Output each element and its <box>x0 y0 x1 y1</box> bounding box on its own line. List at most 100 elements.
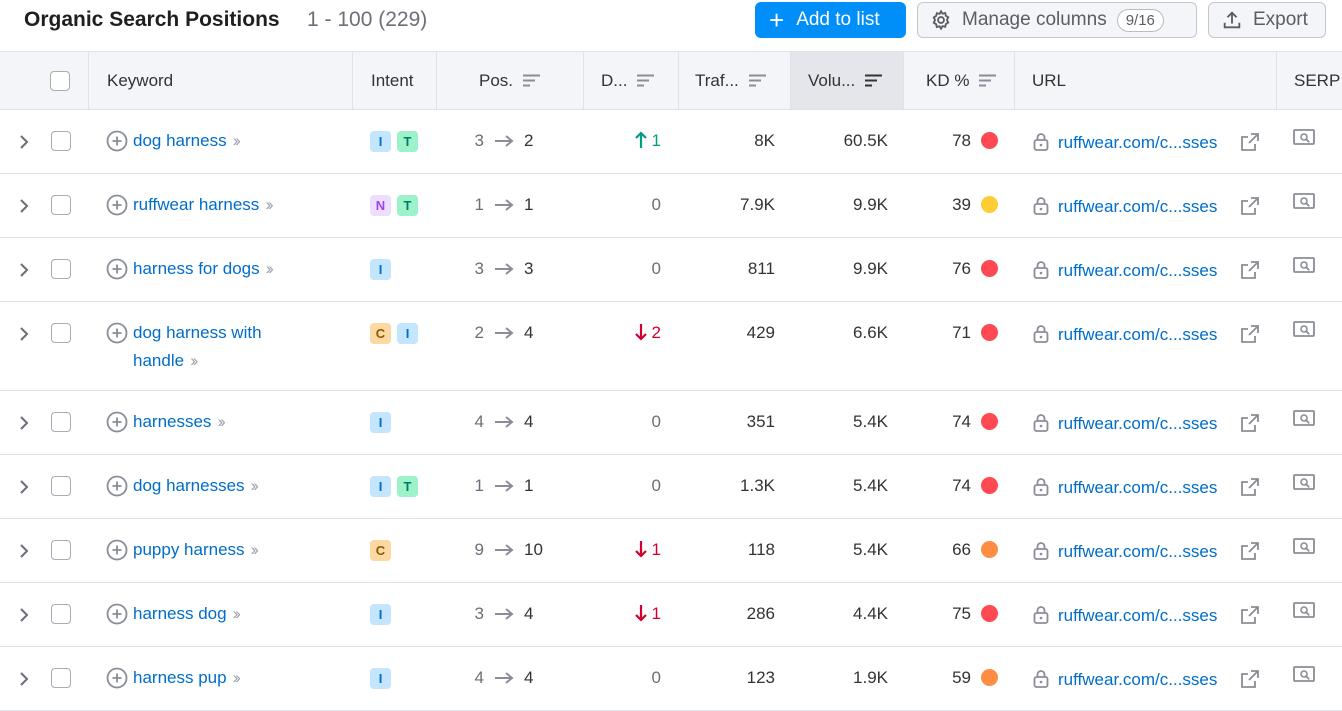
add-to-list-button[interactable]: + Add to list <box>755 2 906 38</box>
external-link-icon[interactable] <box>1240 324 1260 344</box>
column-keyword[interactable]: Keyword <box>88 52 352 109</box>
serp-snapshot-icon[interactable] <box>1293 473 1315 493</box>
add-keyword-icon[interactable] <box>106 539 128 561</box>
add-keyword-icon[interactable] <box>106 411 128 433</box>
url-link[interactable]: ruffwear.com/c...sses <box>1058 261 1217 281</box>
column-difference[interactable]: D... <box>583 52 678 109</box>
serp-snapshot-icon[interactable] <box>1293 665 1315 685</box>
expand-chevron-icon[interactable] <box>17 198 31 214</box>
column-kd[interactable]: KD % <box>903 52 1014 109</box>
double-chevron-icon[interactable]: ›› <box>251 540 260 559</box>
external-link-icon[interactable] <box>1240 413 1260 433</box>
serp-snapshot-icon[interactable] <box>1293 192 1315 212</box>
difference-value: 2 <box>651 323 661 342</box>
kd-value: 76 <box>952 259 971 278</box>
column-traffic[interactable]: Traf... <box>678 52 790 109</box>
keyword-link[interactable]: dog harnesses ›› <box>133 472 313 500</box>
url-link[interactable]: ruffwear.com/c...sses <box>1058 670 1217 690</box>
column-intent[interactable]: Intent <box>352 52 436 109</box>
row-checkbox[interactable] <box>51 259 71 279</box>
url-link[interactable]: ruffwear.com/c...sses <box>1058 414 1217 434</box>
row-checkbox[interactable] <box>51 131 71 151</box>
add-keyword-icon[interactable] <box>106 130 128 152</box>
difference-value: 1 <box>651 131 661 150</box>
keyword-link[interactable]: dog harness with handle ›› <box>133 319 313 375</box>
keyword-link[interactable]: ruffwear harness ›› <box>133 191 313 219</box>
url-link[interactable]: ruffwear.com/c...sses <box>1058 197 1217 217</box>
serp-snapshot-icon[interactable] <box>1293 601 1315 621</box>
double-chevron-icon[interactable]: ›› <box>265 195 274 214</box>
serp-snapshot-icon[interactable] <box>1293 409 1315 429</box>
double-chevron-icon[interactable]: ›› <box>251 476 260 495</box>
double-chevron-icon[interactable]: ›› <box>190 351 199 370</box>
row-checkbox[interactable] <box>51 604 71 624</box>
column-intent-label: Intent <box>371 70 414 90</box>
url-link[interactable]: ruffwear.com/c...sses <box>1058 325 1217 345</box>
url-link[interactable]: ruffwear.com/c...sses <box>1058 478 1217 498</box>
double-chevron-icon[interactable]: ›› <box>217 412 226 431</box>
column-volume[interactable]: Volu... <box>790 52 903 109</box>
expand-chevron-icon[interactable] <box>17 134 31 150</box>
position-difference: 0 <box>585 412 661 432</box>
add-keyword-icon[interactable] <box>106 194 128 216</box>
add-keyword-icon[interactable] <box>106 475 128 497</box>
row-checkbox[interactable] <box>51 323 71 343</box>
double-chevron-icon[interactable]: ›› <box>266 259 275 278</box>
double-chevron-icon[interactable]: ›› <box>233 604 242 623</box>
serp-snapshot-icon[interactable] <box>1293 320 1315 340</box>
expand-chevron-icon[interactable] <box>17 479 31 495</box>
column-difference-label: D... <box>601 70 628 90</box>
expand-chevron-icon[interactable] <box>17 326 31 342</box>
external-link-icon[interactable] <box>1240 605 1260 625</box>
add-keyword-icon[interactable] <box>106 258 128 280</box>
double-chevron-icon[interactable]: ›› <box>233 131 242 150</box>
row-checkbox[interactable] <box>51 668 71 688</box>
position-difference: 2 <box>585 323 661 343</box>
serp-snapshot-icon[interactable] <box>1293 128 1315 148</box>
external-link-icon[interactable] <box>1240 132 1260 152</box>
url-link[interactable]: ruffwear.com/c...sses <box>1058 133 1217 153</box>
add-keyword-icon[interactable] <box>106 322 128 344</box>
row-checkbox[interactable] <box>51 195 71 215</box>
current-position: 2 <box>524 131 534 150</box>
export-button[interactable]: Export <box>1208 2 1326 38</box>
column-traffic-label: Traf... <box>695 70 739 90</box>
add-keyword-icon[interactable] <box>106 667 128 689</box>
keyword-link[interactable]: dog harness ›› <box>133 127 313 155</box>
keyword-link[interactable]: puppy harness ›› <box>133 536 313 564</box>
external-link-icon[interactable] <box>1240 260 1260 280</box>
double-chevron-icon[interactable]: ›› <box>233 668 242 687</box>
expand-chevron-icon[interactable] <box>17 415 31 431</box>
expand-chevron-icon[interactable] <box>17 262 31 278</box>
page-title: Organic Search Positions <box>24 8 280 31</box>
table-row: dog harness with handle ›› C I 2 4 2 429 6.6K 7… <box>0 302 1342 391</box>
keyword-link[interactable]: harness for dogs ›› <box>133 255 313 283</box>
serp-snapshot-icon[interactable] <box>1293 256 1315 276</box>
keyword-link[interactable]: harness pup ›› <box>133 664 313 692</box>
sort-icon <box>748 74 766 87</box>
url-link[interactable]: ruffwear.com/c...sses <box>1058 606 1217 626</box>
manage-columns-button[interactable]: Manage columns 9/16 <box>917 2 1197 38</box>
keyword-link[interactable]: harness dog ›› <box>133 600 313 628</box>
column-position[interactable]: Pos. <box>436 52 583 109</box>
row-checkbox[interactable] <box>51 476 71 496</box>
row-checkbox[interactable] <box>51 412 71 432</box>
add-keyword-icon[interactable] <box>106 603 128 625</box>
url-link[interactable]: ruffwear.com/c...sses <box>1058 542 1217 562</box>
arrow-down-icon <box>634 324 647 341</box>
traffic-value: 1.3K <box>740 476 775 495</box>
expand-chevron-icon[interactable] <box>17 607 31 623</box>
serp-snapshot-icon[interactable] <box>1293 537 1315 557</box>
external-link-icon[interactable] <box>1240 196 1260 216</box>
column-url[interactable]: URL <box>1014 52 1276 109</box>
column-serp[interactable]: SERP <box>1276 52 1342 109</box>
select-all-checkbox[interactable] <box>50 70 70 91</box>
expand-chevron-icon[interactable] <box>17 671 31 687</box>
row-checkbox[interactable] <box>51 540 71 560</box>
columns-count-badge: 9/16 <box>1116 8 1164 32</box>
expand-chevron-icon[interactable] <box>17 543 31 559</box>
external-link-icon[interactable] <box>1240 669 1260 689</box>
external-link-icon[interactable] <box>1240 541 1260 561</box>
keyword-link[interactable]: harnesses ›› <box>133 408 313 436</box>
external-link-icon[interactable] <box>1240 477 1260 497</box>
